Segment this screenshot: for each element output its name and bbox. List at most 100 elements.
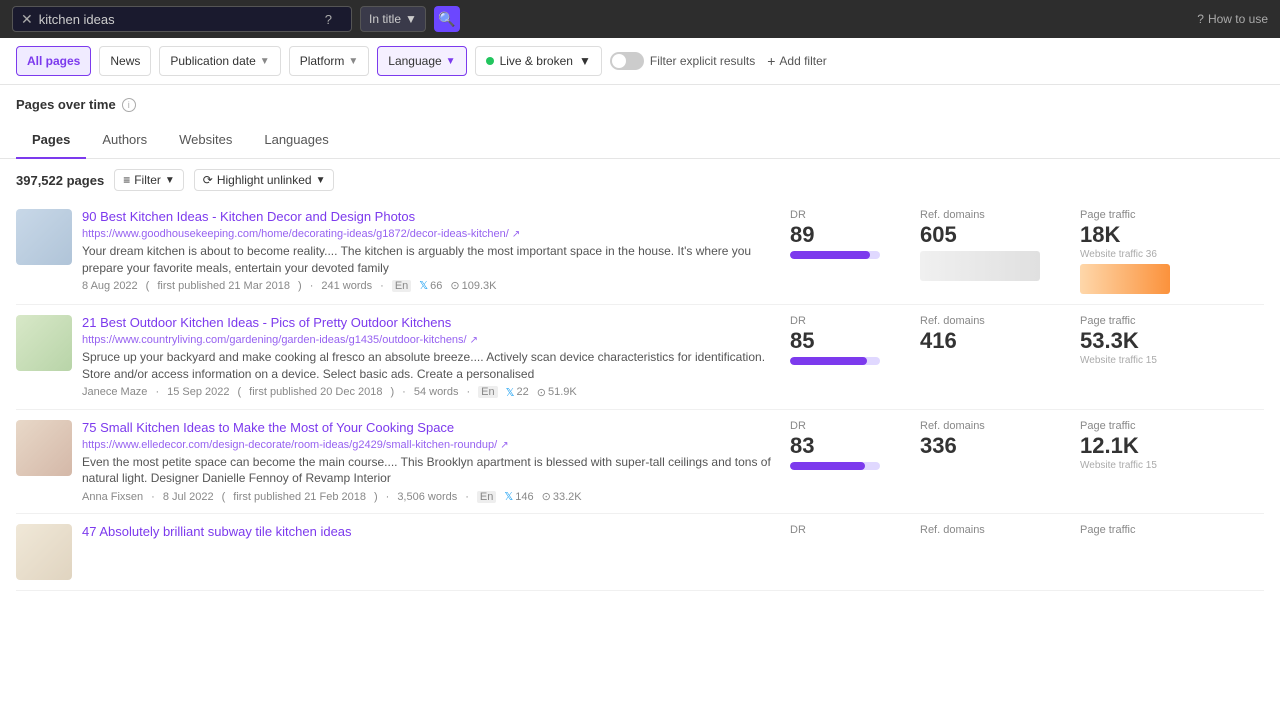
search-icon: 🔍 (438, 11, 455, 28)
chevron-down-icon: ▼ (446, 56, 456, 67)
result-meta-2: Janece Maze · 15 Sep 2022 (first publish… (82, 386, 774, 399)
twitter-icon: 𝕏 (506, 386, 515, 399)
how-to-use-link[interactable]: ? How to use (1197, 12, 1268, 26)
result-traffic-3: Page traffic 12.1K Website traffic 15 (1064, 420, 1264, 471)
tab-languages[interactable]: Languages (248, 122, 344, 159)
add-filter-button[interactable]: + Add filter (767, 53, 827, 69)
results-area: 397,522 pages ≡ Filter ▼ ⟳ Highlight unl… (0, 159, 1280, 591)
result-url-1[interactable]: https://www.goodhousekeeping.com/home/de… (82, 228, 774, 240)
result-ref-1: Ref. domains 605 (904, 209, 1064, 281)
dr-bar-fill-1 (790, 251, 870, 259)
result-url-2[interactable]: https://www.countryliving.com/gardening/… (82, 334, 774, 346)
chevron-down-icon: ▼ (405, 12, 417, 26)
highlight-unlinked-button[interactable]: ⟳ Highlight unlinked ▼ (194, 169, 335, 191)
pages-over-time-label: Pages over time (16, 97, 116, 112)
result-main-3: 75 Small Kitchen Ideas to Make the Most … (16, 420, 774, 503)
chevron-down-icon: ▼ (316, 175, 326, 186)
result-meta-1: 8 Aug 2022 (first published 21 Mar 2018)… (82, 279, 774, 292)
result-ref-4: Ref. domains (904, 524, 1064, 538)
result-thumbnail-2 (16, 315, 72, 371)
filter-icon: ≡ (123, 173, 130, 187)
language-filter[interactable]: Language ▼ (377, 46, 466, 76)
search-input[interactable] (39, 12, 319, 27)
twitter-icon: 𝕏 (419, 279, 428, 292)
result-url-3[interactable]: https://www.elledecor.com/design-decorat… (82, 439, 774, 451)
results-header: 397,522 pages ≡ Filter ▼ ⟳ Highlight unl… (16, 159, 1264, 199)
result-meta-3: Anna Fixsen · 8 Jul 2022 (first publishe… (82, 490, 774, 503)
question-icon: ? (1197, 12, 1204, 26)
external-link-icon: ↗ (500, 440, 508, 451)
result-excerpt-3: Even the most petite space can become th… (82, 454, 774, 488)
all-pages-filter[interactable]: All pages (16, 46, 91, 76)
help-icon[interactable]: ? (325, 12, 332, 27)
result-dr-2: DR 85 (774, 315, 904, 365)
table-row: 75 Small Kitchen Ideas to Make the Most … (16, 410, 1264, 514)
chevron-down-icon: ▼ (348, 56, 358, 67)
traffic-chart-1 (1080, 264, 1170, 294)
result-excerpt-1: Your dream kitchen is about to become re… (82, 243, 774, 277)
live-broken-filter[interactable]: Live & broken ▼ (475, 46, 602, 76)
result-content-1: 90 Best Kitchen Ideas - Kitchen Decor an… (82, 209, 774, 292)
toggle-knob (612, 54, 626, 68)
search-input-wrap: ✕ ? (12, 6, 352, 32)
result-main-1: 90 Best Kitchen Ideas - Kitchen Decor an… (16, 209, 774, 292)
result-content-4: 47 Absolutely brilliant subway tile kitc… (82, 524, 774, 541)
search-bar: ✕ ? In title ▼ 🔍 ? How to use (0, 0, 1280, 38)
result-thumbnail-1 (16, 209, 72, 265)
info-icon[interactable]: i (122, 98, 136, 112)
result-traffic-4: Page traffic (1064, 524, 1264, 538)
plus-icon: + (767, 53, 775, 69)
filter-results-button[interactable]: ≡ Filter ▼ (114, 169, 184, 191)
platform-filter[interactable]: Platform ▼ (289, 46, 370, 76)
table-row: 47 Absolutely brilliant subway tile kitc… (16, 514, 1264, 591)
result-traffic-2: Page traffic 53.3K Website traffic 15 (1064, 315, 1264, 366)
live-indicator (486, 57, 494, 65)
dr-bar-1 (790, 251, 880, 259)
result-content-3: 75 Small Kitchen Ideas to Make the Most … (82, 420, 774, 503)
result-main-2: 21 Best Outdoor Kitchen Ideas - Pics of … (16, 315, 774, 398)
filter-explicit-toggle-wrap: Filter explicit results (610, 52, 755, 70)
chevron-down-icon: ▼ (579, 54, 591, 68)
results-count: 397,522 pages (16, 173, 104, 188)
result-title-1[interactable]: 90 Best Kitchen Ideas - Kitchen Decor an… (82, 209, 774, 226)
result-content-2: 21 Best Outdoor Kitchen Ideas - Pics of … (82, 315, 774, 398)
result-thumbnail-3 (16, 420, 72, 476)
tabs-bar: Pages Authors Websites Languages (0, 122, 1280, 159)
pages-over-time-section: Pages over time i (0, 85, 1280, 112)
dr-bar-3 (790, 462, 880, 470)
tab-websites[interactable]: Websites (163, 122, 248, 159)
result-ref-2: Ref. domains 416 (904, 315, 1064, 353)
table-row: 90 Best Kitchen Ideas - Kitchen Decor an… (16, 199, 1264, 305)
result-title-3[interactable]: 75 Small Kitchen Ideas to Make the Most … (82, 420, 774, 437)
search-mode-dropdown[interactable]: In title ▼ (360, 6, 426, 32)
clear-icon[interactable]: ✕ (21, 11, 33, 28)
external-link-icon: ↗ (512, 229, 520, 240)
result-ref-3: Ref. domains 336 (904, 420, 1064, 458)
result-excerpt-2: Spruce up your backyard and make cooking… (82, 349, 774, 383)
dr-bar-fill-2 (790, 357, 867, 365)
external-link-icon: ↗ (470, 335, 478, 346)
table-row: 21 Best Outdoor Kitchen Ideas - Pics of … (16, 305, 1264, 409)
publication-date-filter[interactable]: Publication date ▼ (159, 46, 280, 76)
backlinks-icon: ⊙ (450, 279, 459, 292)
search-button[interactable]: 🔍 (434, 6, 460, 32)
twitter-icon: 𝕏 (504, 490, 513, 503)
result-title-2[interactable]: 21 Best Outdoor Kitchen Ideas - Pics of … (82, 315, 774, 332)
result-dr-3: DR 83 (774, 420, 904, 470)
link-icon: ⟳ (203, 173, 213, 187)
result-dr-1: DR 89 (774, 209, 904, 259)
news-filter[interactable]: News (99, 46, 151, 76)
filter-bar: All pages News Publication date ▼ Platfo… (0, 38, 1280, 85)
tab-authors[interactable]: Authors (86, 122, 163, 159)
result-title-4[interactable]: 47 Absolutely brilliant subway tile kitc… (82, 524, 774, 541)
result-thumbnail-4 (16, 524, 72, 580)
ref-chart-1 (920, 251, 1040, 281)
chevron-down-icon: ▼ (165, 175, 175, 186)
dr-bar-fill-3 (790, 462, 865, 470)
chevron-down-icon: ▼ (260, 56, 270, 67)
filter-explicit-toggle[interactable] (610, 52, 644, 70)
backlinks-icon: ⊙ (542, 490, 551, 503)
tab-pages[interactable]: Pages (16, 122, 86, 159)
dr-bar-2 (790, 357, 880, 365)
result-main-4: 47 Absolutely brilliant subway tile kitc… (16, 524, 774, 580)
